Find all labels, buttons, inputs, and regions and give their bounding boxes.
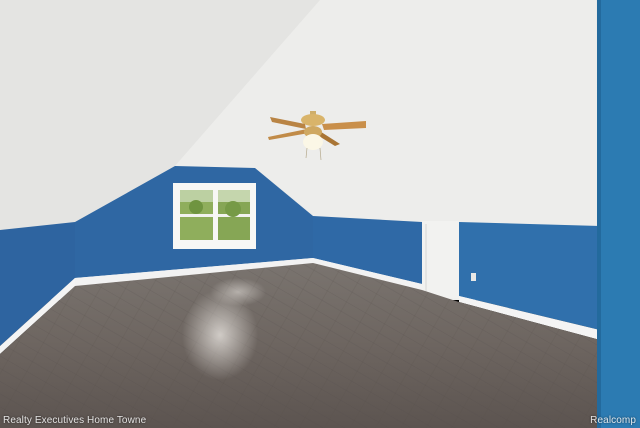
window-icon bbox=[173, 183, 256, 249]
attic-room-photo bbox=[0, 0, 640, 428]
watermark-left: Realty Executives Home Towne bbox=[3, 415, 147, 426]
door-icon bbox=[422, 221, 459, 298]
watermark-right: Realcomp bbox=[590, 415, 636, 426]
foreground-wall-edge bbox=[597, 0, 640, 428]
outlet-icon bbox=[471, 273, 476, 281]
